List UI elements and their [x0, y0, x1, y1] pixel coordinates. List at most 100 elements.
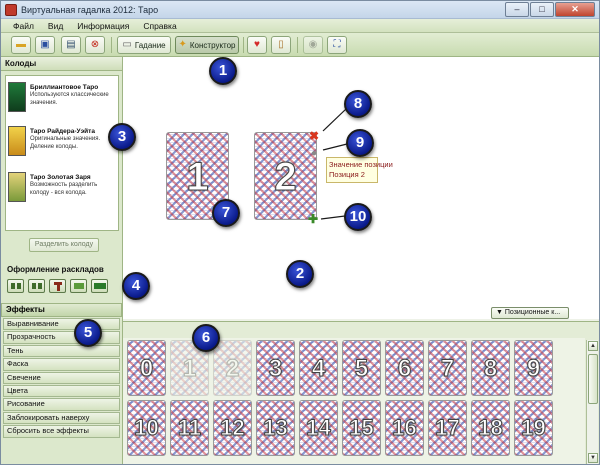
effect-glow[interactable]: Свечение: [3, 371, 120, 384]
star-icon: ✦: [178, 39, 187, 50]
deck-thumbnail: [8, 126, 26, 156]
strip-card[interactable]: 10: [127, 400, 166, 456]
canvas-card-position-2[interactable]: 2: [254, 132, 317, 220]
deck-item[interactable]: Таро Золотая Заря Возможность разделить …: [6, 172, 118, 212]
deck-description: Оригинальные значения. Деление колоды.: [30, 136, 101, 150]
folder-icon: ▬: [16, 39, 26, 50]
strip-card[interactable]: 9: [514, 340, 553, 396]
minimize-button[interactable]: –: [505, 2, 529, 17]
favorites-button[interactable]: ♥: [247, 36, 267, 54]
strip-card[interactable]: 5: [342, 340, 381, 396]
effect-transparency[interactable]: Прозрачность: [3, 331, 120, 344]
strip-card[interactable]: 11: [170, 400, 209, 456]
positional-cards-dropdown[interactable]: ▼ Позиционные к...: [491, 307, 569, 319]
callout-9: 9: [346, 129, 374, 157]
layout-frame-icon[interactable]: [91, 279, 108, 293]
layout-columns-icon[interactable]: [28, 279, 45, 293]
effect-reset-all[interactable]: Сбросить все эффекты: [3, 425, 120, 438]
strip-card[interactable]: 18: [471, 400, 510, 456]
effect-lock-on-top[interactable]: Заблокировать наверху: [3, 411, 120, 425]
disc-icon: ◉: [308, 39, 318, 50]
deck-item[interactable]: Таро Райдера-Уэйта Оригинальные значения…: [6, 126, 118, 166]
layout-grid-icon[interactable]: [7, 279, 24, 293]
app-icon: [5, 4, 17, 16]
strip-card[interactable]: 17: [428, 400, 467, 456]
book-icon: ▯: [278, 39, 284, 50]
strip-card[interactable]: 2: [213, 340, 252, 396]
card-strip-grid: 0123456789 10 11 12 13 14 15 16 17 18 19: [123, 338, 585, 464]
strip-card[interactable]: 8: [471, 340, 510, 396]
effect-align[interactable]: Выравнивание: [3, 318, 120, 331]
effect-shadow[interactable]: Тень: [3, 344, 120, 358]
callout-7: 7: [212, 199, 240, 227]
deck-description: Используются классические значения.: [30, 92, 109, 106]
deck-name: Бриллиантовое Таро: [30, 84, 99, 91]
open-folder-button[interactable]: ▬: [11, 36, 31, 54]
menu-file[interactable]: Файл: [13, 19, 34, 32]
strip-scrollbar[interactable]: ▲ ▼: [586, 340, 598, 464]
add-position-icon[interactable]: ✚: [308, 213, 318, 225]
effects-title: Эффекты: [1, 303, 122, 317]
deck-description: Возможность разделить колоду - вся колод…: [30, 182, 98, 196]
strip-card[interactable]: 16: [385, 400, 424, 456]
info-position-icon[interactable]: ●: [311, 148, 317, 160]
strip-card[interactable]: 19: [514, 400, 553, 456]
card-number: 2: [274, 155, 297, 200]
strip-card[interactable]: 12: [213, 400, 252, 456]
callout-2: 2: [286, 260, 314, 288]
card-number: 1: [186, 155, 209, 200]
card-number: 16: [392, 415, 417, 441]
card-number: 13: [263, 415, 288, 441]
strip-card[interactable]: 7: [428, 340, 467, 396]
menu-help[interactable]: Справка: [143, 19, 176, 32]
menu-view[interactable]: Вид: [48, 19, 63, 32]
layout-design-title: Оформление раскладов: [7, 265, 104, 274]
effect-drawing[interactable]: Рисование: [3, 398, 120, 411]
tooltip-line-1: Значение позиции: [329, 160, 393, 169]
settings-button[interactable]: ◉: [303, 36, 323, 54]
constructor-button[interactable]: ✦ Конструктор: [175, 36, 239, 54]
strip-card[interactable]: 4: [299, 340, 338, 396]
effect-colors[interactable]: Цвета: [3, 384, 120, 398]
card-number: 7: [440, 355, 455, 383]
layout-image-icon[interactable]: [70, 279, 87, 293]
delete-button[interactable]: ⊗: [85, 36, 105, 54]
strip-card[interactable]: 3: [256, 340, 295, 396]
close-button[interactable]: ✕: [555, 2, 595, 17]
menu-info[interactable]: Информация: [77, 19, 129, 32]
callout-4: 4: [122, 272, 150, 300]
deck-name: Таро Райдера-Уэйта: [30, 128, 95, 135]
scroll-down-arrow[interactable]: ▼: [588, 453, 598, 463]
scroll-up-arrow[interactable]: ▲: [588, 341, 598, 351]
save-button[interactable]: ▣: [35, 36, 55, 54]
maximize-button[interactable]: □: [530, 2, 554, 17]
card-number: 10: [134, 415, 159, 441]
decks-panel-title: Колоды: [1, 57, 122, 71]
monitor-icon: ▤: [66, 39, 76, 50]
card-number: 15: [349, 415, 374, 441]
scroll-thumb[interactable]: [588, 354, 598, 404]
book-button[interactable]: ▯: [271, 36, 291, 54]
delete-position-icon[interactable]: ✖: [309, 130, 319, 142]
card-number: 4: [311, 355, 326, 383]
card-number: 1: [182, 355, 197, 383]
strip-card[interactable]: 6: [385, 340, 424, 396]
layout-text-icon[interactable]: [49, 279, 66, 293]
divination-button[interactable]: ▭ Гадание: [117, 36, 171, 54]
effect-bevel[interactable]: Фаска: [3, 358, 120, 371]
split-deck-button[interactable]: Разделить колоду: [29, 238, 99, 252]
print-button[interactable]: ▤: [61, 36, 81, 54]
strip-card[interactable]: 14: [299, 400, 338, 456]
strip-card[interactable]: 0: [127, 340, 166, 396]
divination-label: Гадание: [134, 40, 166, 50]
deck-item[interactable]: Бриллиантовое Таро Используются классиче…: [6, 82, 118, 122]
callout-6: 6: [192, 324, 220, 352]
menu-bar: Файл Вид Информация Справка: [1, 19, 599, 33]
fullscreen-button[interactable]: ⛶: [327, 36, 347, 54]
strip-card[interactable]: 15: [342, 400, 381, 456]
strip-card[interactable]: 13: [256, 400, 295, 456]
toolbar-separator: [297, 37, 298, 53]
card-number: 18: [478, 415, 503, 441]
card-number: 17: [435, 415, 460, 441]
toolbar-separator: [243, 37, 244, 53]
